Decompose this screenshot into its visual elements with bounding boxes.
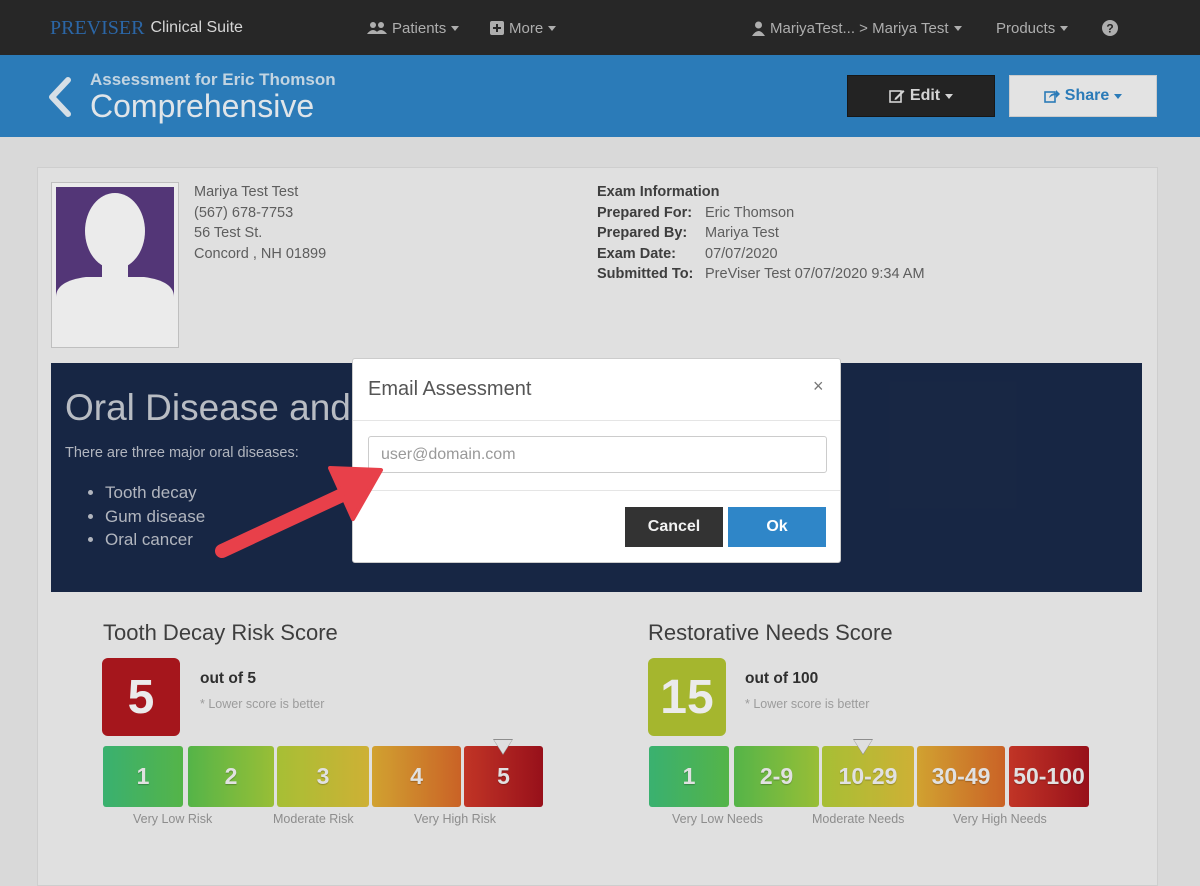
email-assessment-modal: Email Assessment × Cancel Ok bbox=[352, 358, 841, 563]
modal-title: Email Assessment bbox=[368, 378, 532, 400]
cancel-button[interactable]: Cancel bbox=[625, 507, 723, 547]
close-icon[interactable]: × bbox=[813, 376, 824, 397]
email-input[interactable] bbox=[368, 436, 827, 473]
divider bbox=[353, 490, 840, 491]
ok-button[interactable]: Ok bbox=[728, 507, 826, 547]
divider bbox=[353, 420, 840, 421]
